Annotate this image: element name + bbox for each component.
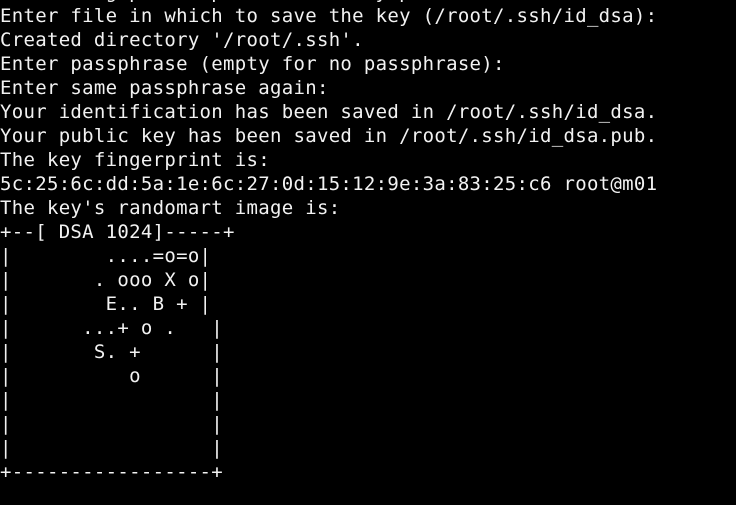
terminal-line-enter-passphrase: Enter passphrase (empty for no passphras… [0,53,517,75]
terminal-line-created-directory: Created directory '/root/.ssh'. [0,29,364,51]
terminal-screen: Generating public/private dsa key pair. … [0,0,736,484]
terminal-line-enter-file: Enter file in which to save the key (/ro… [0,5,670,27]
terminal-window[interactable]: Generating public/private dsa key pair. … [0,0,736,505]
randomart-row: | ....=o=o| [0,245,212,267]
randomart-row: | . ooo X o| [0,269,212,291]
terminal-line-randomart-label: The key's randomart image is: [0,197,341,219]
terminal-line-enter-same-passphrase: Enter same passphrase again: [0,77,341,99]
randomart-row: | | [0,437,224,459]
randomart-row: | E.. B + | [0,293,212,315]
randomart-row: | | [0,413,224,435]
randomart-row: | o | [0,365,224,387]
terminal-line-fingerprint-value: 5c:25:6c:dd:5a:1e:6c:27:0d:15:12:9e:3a:8… [0,173,658,195]
terminal-line-identification-saved: Your identification has been saved in /r… [0,101,658,123]
randomart-header: +--[ DSA 1024]-----+ [0,221,235,243]
randomart-row: | | [0,389,224,411]
randomart-row: | ...+ o . | [0,317,224,339]
randomart-footer: +-----------------+ [0,461,224,483]
terminal-line-fingerprint-label: The key fingerprint is: [0,149,270,171]
randomart-row: | S. + | [0,341,224,363]
terminal-line-public-key-saved: Your public key has been saved in /root/… [0,125,658,147]
